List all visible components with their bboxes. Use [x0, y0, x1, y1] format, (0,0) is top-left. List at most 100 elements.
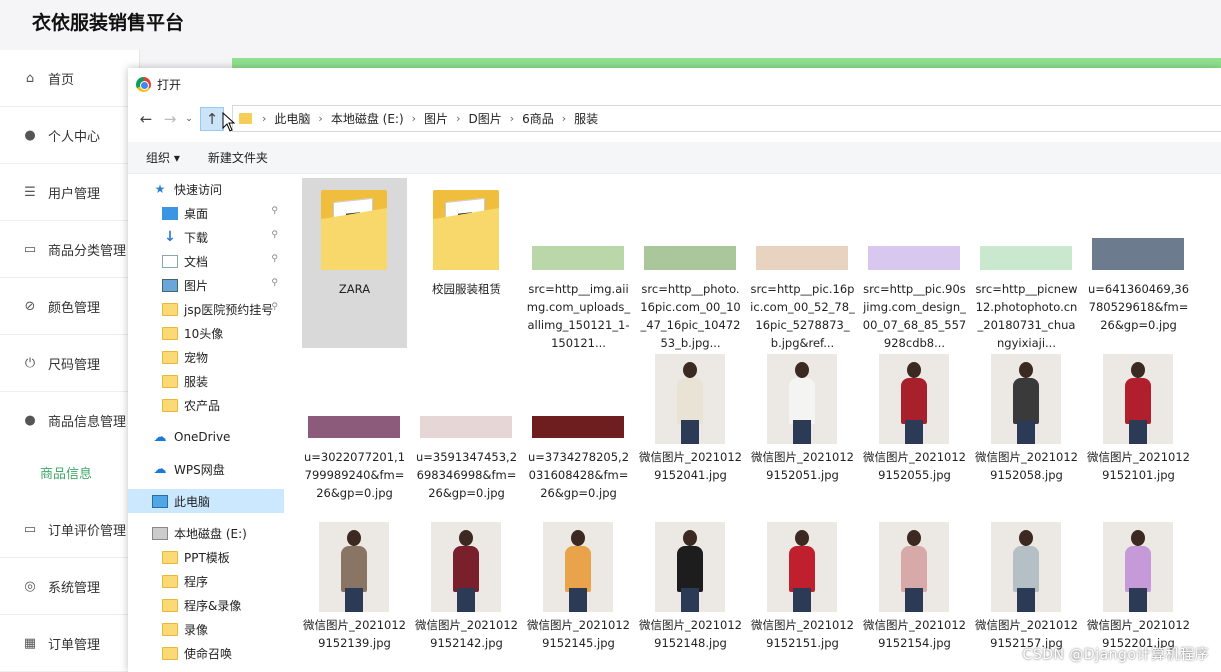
- grid-icon: ▦: [23, 635, 37, 651]
- nav-item[interactable]: 程序: [128, 569, 284, 593]
- file-item[interactable]: 微信图片_20210129152139.jpg: [302, 514, 407, 672]
- file-item[interactable]: 微信图片_20210129152051.jpg: [750, 346, 855, 516]
- sidebar-subitem-product-info[interactable]: 商品信息: [0, 444, 140, 501]
- up-arrow-icon[interactable]: ↑: [200, 107, 224, 131]
- forward-arrow-icon[interactable]: →: [158, 107, 182, 131]
- person-legs: [345, 588, 363, 612]
- breadcrumb-item[interactable]: 本地磁盘 (E:): [331, 110, 404, 127]
- nav-item[interactable]: ☁ WPS网盘: [128, 457, 284, 481]
- sidebar-item[interactable]: ⌂ 首页: [0, 50, 140, 107]
- file-item[interactable]: 校园服装租赁: [414, 178, 519, 348]
- file-item[interactable]: u=3591347453,2698346998&fm=26&gp=0.jpg: [414, 346, 519, 516]
- person-legs: [681, 588, 699, 612]
- file-item[interactable]: 微信图片_20210129152041.jpg: [638, 346, 743, 516]
- nav-item[interactable]: 本地磁盘 (E:): [128, 521, 284, 545]
- nav-item[interactable]: 宠物: [128, 345, 284, 369]
- file-item[interactable]: u=3022077201,1799989240&fm=26&gp=0.jpg: [302, 346, 407, 516]
- file-thumbnail: [420, 352, 512, 444]
- file-item[interactable]: ZARA: [302, 178, 407, 348]
- nav-item[interactable]: 10头像: [128, 321, 284, 345]
- nav-item[interactable]: jsp医院预约挂号 ⚲: [128, 297, 284, 321]
- photo-thumbnail: [991, 354, 1061, 444]
- garment: [789, 378, 815, 424]
- file-thumbnail: [644, 184, 736, 276]
- photo-thumbnail: [431, 522, 501, 612]
- command-bar: 组织 ▾ 新建文件夹: [128, 142, 1221, 174]
- person-head: [1131, 530, 1145, 546]
- nav-item[interactable]: ★ 快速访问: [128, 177, 284, 201]
- file-name: 微信图片_20210129152139.jpg: [303, 618, 406, 650]
- file-item[interactable]: 微信图片_20210129152142.jpg: [414, 514, 519, 672]
- file-item[interactable]: 微信图片_20210129152145.jpg: [526, 514, 631, 672]
- file-name: u=3022077201,1799989240&fm=26&gp=0.jpg: [303, 450, 406, 500]
- file-item[interactable]: src=http__pic.90sjimg.com_design_00_07_6…: [862, 178, 967, 350]
- file-item[interactable]: 微信图片_20210129152058.jpg: [974, 346, 1079, 516]
- breadcrumb-item[interactable]: 图片: [424, 110, 448, 127]
- photo-thumbnail: [319, 522, 389, 612]
- nav-item[interactable]: 录像: [128, 617, 284, 641]
- cloud-icon: ☁: [153, 429, 167, 445]
- sidebar-item-label: 订单评价管理: [48, 523, 127, 539]
- nav-item[interactable]: 程序&录像: [128, 593, 284, 617]
- nav-item[interactable]: 文档 ⚲: [128, 249, 284, 273]
- nav-item[interactable]: ☁ OneDrive: [128, 425, 284, 449]
- folder-icon: [321, 190, 387, 270]
- garment: [1013, 378, 1039, 424]
- sidebar-item[interactable]: ▦ 订单管理: [0, 615, 140, 672]
- dialog-titlebar: 打开: [128, 68, 1221, 100]
- file-item[interactable]: src=http__picnew12.photophoto.cn_2018073…: [974, 178, 1079, 350]
- nav-item[interactable]: 农产品: [128, 393, 284, 417]
- sidebar-item[interactable]: ▭ 订单评价管理: [0, 501, 140, 558]
- file-item[interactable]: 微信图片_20210129152154.jpg: [862, 514, 967, 672]
- file-item[interactable]: src=http__photo.16pic.com_00_10_47_16pic…: [638, 178, 743, 350]
- new-folder-button[interactable]: 新建文件夹: [208, 149, 268, 166]
- file-item[interactable]: src=http__pic.16pic.com_00_52_78_16pic_5…: [750, 178, 855, 350]
- file-item[interactable]: u=641360469,36780529618&fm=26&gp=0.jpg: [1086, 178, 1191, 348]
- nav-item[interactable]: PPT模板: [128, 545, 284, 569]
- recent-dropdown-icon[interactable]: ⌄: [182, 107, 196, 131]
- breadcrumb-item[interactable]: 服装: [574, 110, 598, 127]
- nav-item-label: 本地磁盘 (E:): [174, 526, 247, 541]
- nav-item[interactable]: 此电脑: [128, 489, 284, 513]
- file-name: 微信图片_20210129152058.jpg: [975, 450, 1078, 482]
- file-thumbnail: [532, 352, 624, 444]
- person-head: [907, 530, 921, 546]
- file-item[interactable]: 微信图片_20210129152151.jpg: [750, 514, 855, 672]
- nav-item[interactable]: 图片 ⚲: [128, 273, 284, 297]
- photo-thumbnail: [879, 522, 949, 612]
- sidebar-item[interactable]: ☰ 用户管理: [0, 164, 140, 221]
- sidebar-item[interactable]: ⊘ 颜色管理: [0, 278, 140, 335]
- photo-thumbnail: [991, 522, 1061, 612]
- sidebar-item[interactable]: ● 商品信息管理: [0, 392, 140, 449]
- person-head: [683, 530, 697, 546]
- person-legs: [905, 420, 923, 444]
- nav-item-label: 使命召唤: [184, 646, 233, 661]
- breadcrumb-item[interactable]: D图片: [468, 110, 501, 127]
- organize-button[interactable]: 组织 ▾: [146, 149, 180, 166]
- breadcrumb-item[interactable]: 6商品: [522, 110, 554, 127]
- file-item[interactable]: 微信图片_20210129152055.jpg: [862, 346, 967, 516]
- garment: [1125, 378, 1151, 424]
- sidebar-item[interactable]: ⏻ 尺码管理: [0, 335, 140, 392]
- breadcrumb-item[interactable]: 此电脑: [274, 110, 310, 127]
- desktop-icon: [162, 206, 178, 220]
- sidebar-item[interactable]: ▭ 商品分类管理: [0, 221, 140, 278]
- nav-item[interactable]: 服装: [128, 369, 284, 393]
- folder-icon: [162, 326, 178, 340]
- file-item[interactable]: 微信图片_20210129152148.jpg: [638, 514, 743, 672]
- file-item[interactable]: src=http__img.aiimg.com_uploads_allimg_1…: [526, 178, 631, 350]
- nav-item[interactable]: 使命召唤: [128, 641, 284, 665]
- app-title: 衣依服装销售平台: [32, 12, 185, 34]
- file-item[interactable]: u=3734278205,2031608428&fm=26&gp=0.jpg: [526, 346, 631, 516]
- person-legs: [793, 420, 811, 444]
- person-head: [683, 362, 697, 378]
- nav-item[interactable]: 桌面 ⚲: [128, 201, 284, 225]
- nav-item-label: 服装: [184, 374, 209, 389]
- sidebar-item[interactable]: ◎ 系统管理: [0, 558, 140, 615]
- folder-icon: [162, 646, 178, 660]
- sidebar-item[interactable]: ● 个人中心: [0, 107, 140, 164]
- file-item[interactable]: 微信图片_20210129152101.jpg: [1086, 346, 1191, 516]
- nav-item[interactable]: ↓ 下载 ⚲: [128, 225, 284, 249]
- address-bar[interactable]: › 此电脑 › 本地磁盘 (E:) › 图片 › D图片 › 6商品 › 服装: [232, 105, 1221, 132]
- back-arrow-icon[interactable]: ←: [134, 107, 158, 131]
